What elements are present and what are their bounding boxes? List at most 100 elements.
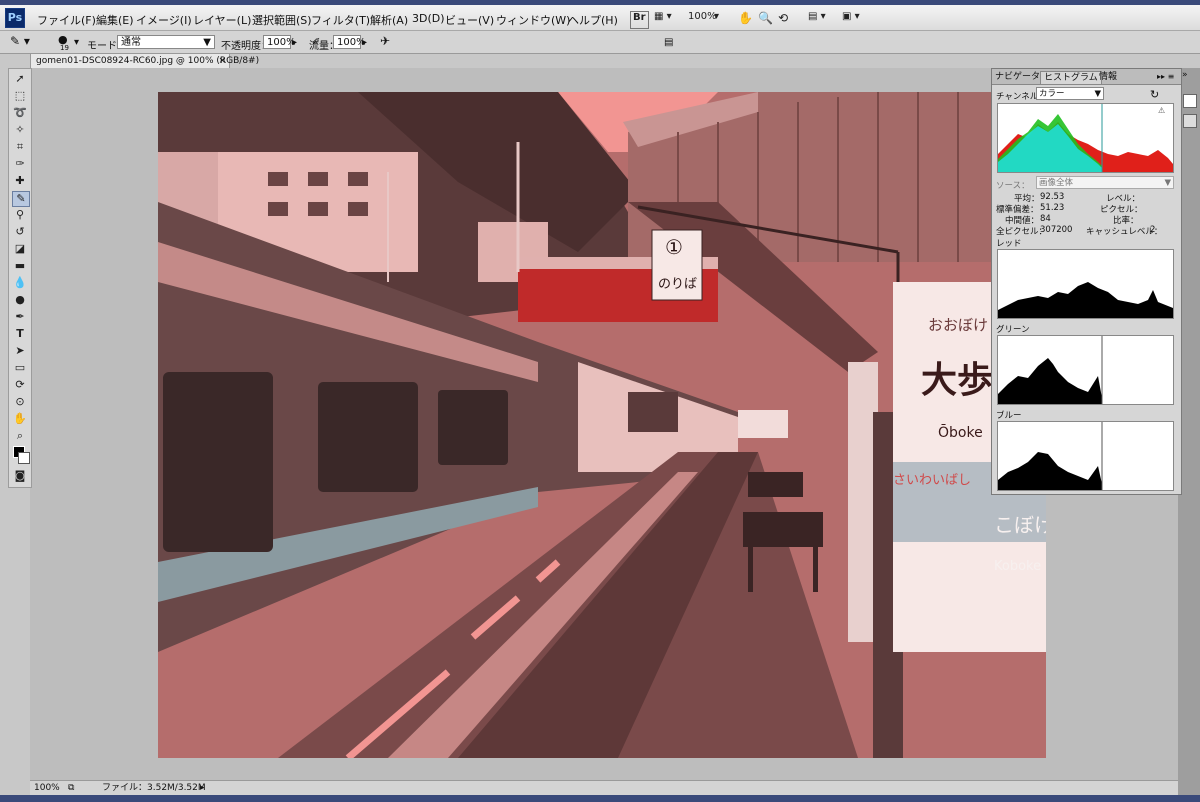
mode-chevron-icon: ▼ xyxy=(203,37,211,48)
lasso-tool-icon[interactable]: ➰ xyxy=(12,106,28,120)
quick-mask-icon[interactable]: ◙ xyxy=(12,469,28,483)
source-label: ソース： xyxy=(996,181,1030,191)
menu-filter[interactable]: フィルタ(T) xyxy=(311,12,370,28)
source-value: 画像全体 xyxy=(1039,178,1074,188)
median-value: 84 xyxy=(1040,214,1051,224)
zoom-dropdown-chevron-icon[interactable]: ▾ xyxy=(714,11,719,27)
mode-select[interactable]: 通常 ▼ xyxy=(117,35,215,49)
info-board xyxy=(738,410,788,438)
status-zoom[interactable]: 100% xyxy=(34,781,60,795)
brush-tool-icon[interactable]: ✎ ▾ xyxy=(10,34,30,48)
mean-value: 92.53 xyxy=(1040,192,1065,202)
clone-stamp-tool-icon[interactable]: ⚲ xyxy=(12,208,28,222)
hand-tool-icon-panel[interactable]: ✋ xyxy=(12,412,28,426)
menu-window[interactable]: ウィンドウ(W) xyxy=(496,12,570,28)
bridge-button[interactable]: Br xyxy=(630,11,649,29)
station-sign-next-kana: こぼけ xyxy=(994,513,1046,537)
menu-file[interactable]: ファイル(F) xyxy=(37,12,96,28)
mode-value: 通常 xyxy=(121,37,141,48)
view-extras-button[interactable]: ▦ ▾ xyxy=(654,11,672,27)
flow-input[interactable]: 100% xyxy=(333,35,366,49)
marquee-tool-icon[interactable]: ⬚ xyxy=(12,89,28,103)
dock-collapse-icon[interactable]: » xyxy=(1182,70,1188,80)
brush-picker-chevron-icon[interactable]: ▾ xyxy=(74,37,79,48)
healing-brush-tool-icon[interactable]: ✚ xyxy=(12,174,28,188)
zoom-tool-icon[interactable]: 🔍 xyxy=(758,11,773,27)
flow-slider-arrow-icon[interactable]: ▸ xyxy=(362,37,367,48)
dodge-tool-icon[interactable]: ● xyxy=(12,293,28,307)
type-tool-icon[interactable]: T xyxy=(12,327,28,341)
eraser-tool-icon[interactable]: ◪ xyxy=(12,242,28,256)
panel-menu-icon[interactable]: ▸▸ ≡ xyxy=(1154,71,1177,83)
station-photo: おおぼけ 大歩危 Ōboke さいわいばし こぼけ Koboke ① のりば xyxy=(158,92,1046,758)
tab-info[interactable]: 情報 xyxy=(1096,71,1120,83)
color-histogram: ⚠ xyxy=(997,103,1174,173)
dock-info-icon[interactable] xyxy=(1183,114,1197,128)
channel-value: カラー xyxy=(1039,89,1065,99)
gradient-tool-icon[interactable]: ▬ xyxy=(12,259,28,273)
zoom-level-dropdown[interactable]: 100% xyxy=(688,11,717,27)
desktop-bottom-strip xyxy=(0,795,1200,802)
cache-value: 2 xyxy=(1150,225,1156,235)
photo-canvas[interactable]: おおぼけ 大歩危 Ōboke さいわいばし こぼけ Koboke ① のりば xyxy=(158,92,1046,758)
source-select[interactable]: 画像全体 ▼ xyxy=(1036,176,1174,189)
arrange-documents-button[interactable]: ▤ ▾ xyxy=(808,11,826,27)
crop-tool-icon[interactable]: ⌗ xyxy=(12,140,28,154)
channel-chevron-icon: ▼ xyxy=(1094,89,1101,99)
menu-layer[interactable]: レイヤー(L) xyxy=(193,12,251,28)
menu-view[interactable]: ビュー(V) xyxy=(445,12,494,28)
pixels-value: 307200 xyxy=(1040,225,1073,235)
menu-analysis[interactable]: 解析(A) xyxy=(370,12,408,28)
close-document-icon[interactable]: × xyxy=(218,54,226,69)
status-info-icon[interactable]: ⧉ xyxy=(68,781,74,795)
refresh-icon[interactable]: ↻ xyxy=(1150,88,1159,101)
status-file-info: ファイル：3.52M/3.52M xyxy=(102,783,206,793)
brush-tool-icon-active[interactable]: ✎ xyxy=(12,191,30,207)
background-color-swatch[interactable] xyxy=(18,452,30,464)
zoom-tool-icon-panel[interactable]: ⌕ xyxy=(12,429,28,443)
document-tab[interactable]: gomen01-DSC08924-RC60.jpg @ 100% (RGB/8#… xyxy=(30,53,259,69)
source-chevron-icon: ▼ xyxy=(1164,178,1171,188)
pen-tool-icon[interactable]: ✒ xyxy=(12,310,28,324)
airbrush-icon[interactable]: ✈ xyxy=(380,34,390,48)
station-sign-next-romaji: Koboke xyxy=(994,559,1041,574)
path-select-tool-icon[interactable]: ➤ xyxy=(12,344,28,358)
screen-mode-button[interactable]: ▣ ▾ xyxy=(842,11,860,27)
hand-tool-icon[interactable]: ✋ xyxy=(738,11,753,27)
tools-panel: ➚ ⬚ ➰ ✧ ⌗ ✑ ✚ ✎ ⚲ ↺ ◪ ▬ 💧 ● ✒ T ➤ ▭ ⟳ ⊙ … xyxy=(8,68,32,488)
dock-navigator-icon[interactable] xyxy=(1183,94,1197,108)
move-tool-icon[interactable]: ➚ xyxy=(12,72,28,86)
red-channel-label: レッド xyxy=(996,239,1022,249)
opacity-slider-arrow-icon[interactable]: ▸ xyxy=(292,37,297,48)
eyedropper-tool-icon[interactable]: ✑ xyxy=(12,157,28,171)
green-channel-label: グリーン xyxy=(996,325,1030,335)
status-menu-arrow-icon[interactable]: ▸ xyxy=(200,781,205,795)
menu-3d[interactable]: 3D(D) xyxy=(412,12,445,25)
menu-select[interactable]: 選択範囲(S) xyxy=(252,12,312,28)
histogram-panel: ナビゲータ ヒストグラム 情報 ▸▸ ≡ チャンネル： カラー ▼ ↻ ⚠ ソー… xyxy=(991,68,1182,495)
tab-histogram[interactable]: ヒストグラム xyxy=(1040,71,1102,84)
rotate-view-icon[interactable]: ⟲ xyxy=(778,11,788,27)
menu-edit[interactable]: 編集(E) xyxy=(96,12,134,28)
menu-image[interactable]: イメージ(I) xyxy=(136,12,192,28)
photoshop-logo: Ps xyxy=(5,8,25,28)
opacity-input[interactable]: 100% xyxy=(263,35,296,49)
quick-select-tool-icon[interactable]: ✧ xyxy=(12,123,28,137)
options-bar: ✎ ▾ ● 19 ▾ モード： 通常 ▼ 不透明度： 100% ▸ ✐ 流量： … xyxy=(0,31,1200,54)
history-brush-tool-icon[interactable]: ↺ xyxy=(12,225,28,239)
menu-help[interactable]: ヘルプ(H) xyxy=(568,12,618,28)
3d-orbit-tool-icon[interactable]: ⊙ xyxy=(12,395,28,409)
status-bar: 100% ⧉ ファイル：3.52M/3.52M ▸ xyxy=(30,780,1178,795)
brush-panel-toggle-icon[interactable]: ▤ xyxy=(664,37,673,48)
blur-tool-icon[interactable]: 💧 xyxy=(12,276,28,290)
green-histogram xyxy=(997,335,1174,405)
station-sign-prev-kana: さいわいばし xyxy=(893,473,971,488)
tab-navigator[interactable]: ナビゲータ xyxy=(992,71,1043,83)
channel-select[interactable]: カラー ▼ xyxy=(1036,87,1104,100)
blue-channel-label: ブルー xyxy=(996,411,1022,421)
stddev-value: 51.23 xyxy=(1040,203,1065,213)
3d-rotate-tool-icon[interactable]: ⟳ xyxy=(12,378,28,392)
blue-histogram xyxy=(997,421,1174,491)
platform-number: ① xyxy=(665,235,683,259)
shape-tool-icon[interactable]: ▭ xyxy=(12,361,28,375)
